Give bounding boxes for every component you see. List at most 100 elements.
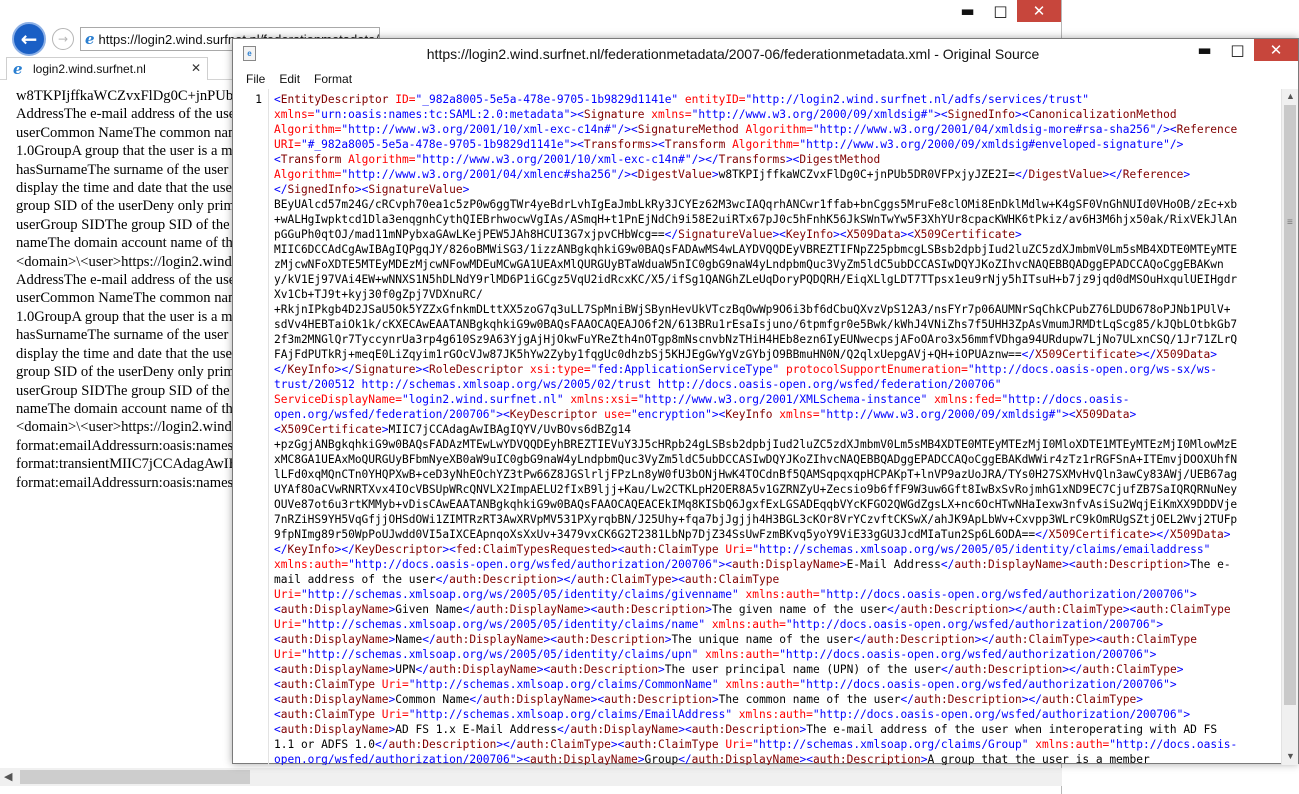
code-line: <auth:ClaimType Uri="http://schemas.xmls… [274,707,1279,722]
xml-element-name: KeyInfo [725,408,780,421]
xml-bracket: >< [671,573,685,586]
xml-bracket: >< [354,183,369,196]
xml-bracket: ></ [974,633,995,646]
xml-text: The e-mail address of the user when inte… [806,723,1218,736]
xml-bracket: >< [610,738,625,751]
scroll-left-icon[interactable]: ◀ [4,770,12,783]
minimize-button[interactable]: ▬ [951,0,984,22]
xml-bracket: ></ [1008,603,1029,616]
tab-close-icon[interactable]: ✕ [191,61,201,75]
code-line: FAjFdPUTkRj+meqE0LiZqyim1rGOcVJw87JK5hYw… [274,347,1279,362]
xml-bracket: >< [570,108,584,121]
forward-button[interactable]: → [52,28,74,50]
close-button[interactable]: ✕ [1017,0,1061,22]
menu-edit[interactable]: Edit [279,72,300,86]
maximize-button[interactable]: □ [984,0,1017,22]
menu-format[interactable]: Format [314,72,352,86]
xml-text: The user principal name (UPN) of the use… [664,663,941,676]
xml-attribute-value: "http://schemas.xmlsoap.org/ws/2005/05/i… [752,543,1211,556]
xml-element-name: X509Data [1156,348,1211,361]
xml-attribute-name: xmlns:xsi= [570,393,638,406]
xml-element-name: auth:DisplayName [570,723,679,736]
scroll-thumb[interactable] [20,770,250,784]
xml-bracket: >< [678,723,692,736]
xml-element-name: auth:Description [812,753,921,765]
xml-text: MIIC7jCCAdagAwIBAgIQYV/UvBOvs6dBZg14 [388,423,632,436]
xml-attribute-value: "http://www.w3.org/2001/XMLSchema-instan… [637,393,935,406]
xml-bracket: </ [940,558,955,571]
code-line: Algorithm="http://www.w3.org/2001/04/xml… [274,167,1279,182]
page-text-line: nameThe domain account name of the user [16,235,256,252]
xml-bracket: < [274,603,281,616]
code-line: zMjcwNFoXDTE5MTEyMDEzMjcwNFowMDEuMCwGA1U… [274,257,1279,272]
page-text-line: format:emailAddressurn:oasis:names:tc:SA… [16,474,256,491]
scroll-thumb[interactable]: ≡ [1284,105,1296,705]
scroll-up-icon[interactable]: ▲ [1286,91,1295,101]
xml-bracket: >< [711,408,726,421]
xml-element-name: auth:Description [900,603,1009,616]
code-line: Uri="http://schemas.xmlsoap.org/ws/2005/… [274,647,1279,662]
xml-text: +pzGgjANBgkqhkiG9w0BAQsFADAzMTEwLwYDVQQD… [274,438,1238,451]
xml-bracket: >< [415,363,429,376]
browser-window-controls: ▬ □ ✕ [951,0,1061,22]
xml-bracket: > [637,753,645,765]
viewer-close-button[interactable]: ✕ [1254,39,1298,61]
xml-element-name: auth:DisplayName [280,693,389,706]
xml-element-name: auth:Description [954,663,1063,676]
menu-file[interactable]: File [246,72,265,86]
tab-title: login2.wind.surfnet.nl [33,62,146,76]
xml-attribute-value: "http://www.w3.org/2001/04/xmlenc#sha256… [341,168,618,181]
xml-bracket: </ [556,723,571,736]
code-line: URI="#_982a8005-5e5a-478e-9705-1b9829d11… [274,137,1279,152]
xml-bracket: </ [678,753,692,765]
xml-attribute-value: "encryption" [631,408,712,421]
xml-attribute-value: "http://schemas.xmlsoap.org/claims/Commo… [408,678,726,691]
code-line: <auth:DisplayName>Name</auth:DisplayName… [274,632,1279,647]
xml-attribute-value: "http://www.w3.org/2000/09/xmldsig#" [691,108,935,121]
code-line: 1.1 or ADFS 1.0</auth:Description></auth… [274,737,1279,752]
viewer-maximize-button[interactable]: □ [1221,39,1254,61]
xml-text: 2f3m2MNGlQr7TyccynrUa3rp4g610Sz9A63YjgAj… [274,333,1238,346]
vertical-scrollbar[interactable]: ▲ ≡ ▼ [1281,89,1298,765]
tab-login2[interactable]: e login2.wind.surfnet.nl ✕ [6,57,208,80]
xml-bracket: </ [274,183,288,196]
xml-element-name: auth:ClaimType [1102,633,1197,646]
code-line: xmlns:auth="http://docs.oasis-open.org/w… [274,557,1279,572]
xml-bracket: </ [435,573,450,586]
code-line: xMC8GA1UEAxMoQURGUyBFbmNyeXB0aW9uIC0gbG9… [274,452,1279,467]
ie-logo-icon: e [13,60,23,78]
xml-attribute-value: "http://schemas.xmlsoap.org/claims/Group… [752,738,1036,751]
xml-bracket: > [1183,708,1191,721]
xml-element-name: auth:ClaimType [624,738,726,751]
source-editor[interactable]: 1 <EntityDescriptor ID="_982a8005-5e5a-4… [233,89,1283,765]
back-button[interactable]: ← [12,22,46,56]
code-line: sdVv4HEBTaiOk1k/cKXECAwEAATANBgkqhkiG9w0… [274,317,1279,332]
page-text-line: nameThe domain account name of the user [16,400,256,417]
maximize-icon: □ [1230,41,1245,59]
page-text-line: group SID of the userDeny only primary [16,198,254,215]
source-code[interactable]: <EntityDescriptor ID="_982a8005-5e5a-478… [274,92,1279,765]
page-text-line: <domain>\<user>https://login2.wind.surfn… [16,419,256,436]
xml-bracket: >< [536,663,551,676]
xml-bracket: >< [799,753,813,765]
xml-element-name: X509Data [1169,528,1224,541]
page-text-line: 1.0GroupA group that the user is a membe… [16,308,256,325]
xml-bracket: > [711,168,719,181]
xml-element-name: X509Certificate [1048,528,1150,541]
page-text-line: hasSurnameThe surname of the user [16,327,229,344]
xml-element-name: auth:ClaimType [280,678,382,691]
xml-element-name: auth:Description [449,573,557,586]
horizontal-scrollbar[interactable]: ◀ [0,768,1062,786]
xml-text: Given Name [395,603,463,616]
xml-bracket: >< [772,228,786,241]
xml-bracket: </ [1035,528,1049,541]
code-line: UYAf8OaCVwRNRTXvx4IOcVBSUpWRcQNVLX2ImpAE… [274,482,1279,497]
xml-element-name: auth:DisplayName [691,753,800,765]
xml-attribute-name: Algorithm= [732,138,800,151]
xml-attribute-value: "http://www.w3.org/2000/09/xmldsig#" [819,408,1063,421]
scroll-down-icon[interactable]: ▼ [1286,751,1295,761]
viewer-minimize-button[interactable]: ▬ [1188,39,1221,61]
xml-attribute-value: open.org/wsfed/authorization/200706" [274,753,517,765]
xml-bracket: >< [610,543,625,556]
xml-element-name: Transform [664,138,733,151]
